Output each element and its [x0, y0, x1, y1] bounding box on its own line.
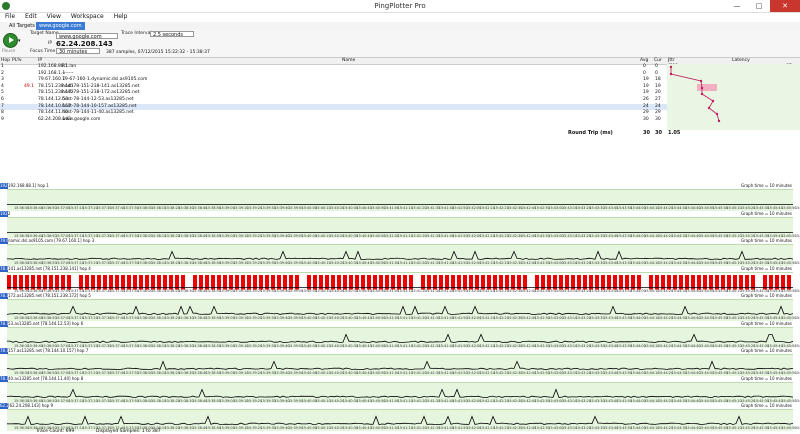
- latency-point: [699, 79, 703, 83]
- hop-number: 9: [1, 116, 4, 122]
- trace-interval-select[interactable]: 2.5 seconds: [150, 31, 194, 38]
- hop-cur: 30: [655, 116, 661, 122]
- focus-time-select[interactable]: 30 minutes: [56, 48, 100, 55]
- ip-value: 62.24.208.143: [56, 40, 113, 48]
- latency-point: [669, 72, 673, 76]
- time-tick: 15:46:00: [794, 206, 800, 210]
- chevron-down-icon[interactable]: ▾: [18, 38, 21, 44]
- latency-chart: [667, 64, 800, 130]
- latency-trace: [6, 360, 794, 370]
- hop-name: host-78-144-12-53.as13285.net: [62, 97, 134, 102]
- hop-cur: 0: [655, 64, 658, 69]
- hop-name: 79-67-160-1.dynamic.dsl.as9105.com: [62, 77, 148, 83]
- hop-avg: 19: [643, 90, 649, 96]
- hop-cur: 29: [655, 110, 661, 116]
- menu-bar: File Edit View Workspace Help: [0, 12, 800, 22]
- table-row[interactable]: 1 192.168.88.1 R1.lan 0 0 0.09: [0, 64, 678, 71]
- latency-point: [707, 106, 711, 110]
- loss-band: [697, 84, 717, 91]
- hop-avg: 19: [643, 77, 649, 83]
- hop-name: host-78-151-238-172.as13285.net: [62, 90, 140, 96]
- hop-number: 3: [1, 77, 4, 83]
- latency-line: [670, 67, 720, 122]
- close-icon[interactable]: ✕: [770, 0, 800, 12]
- time-tick: 15:46:00: [794, 316, 800, 320]
- target-input[interactable]: www.google.com: [56, 33, 118, 40]
- hop-cur: 20: [655, 90, 661, 96]
- trace-interval-label: Trace Interval: [121, 31, 152, 36]
- tab-all-targets[interactable]: All Targets: [6, 22, 38, 30]
- time-tick: 15:46:00: [794, 343, 800, 348]
- time-tick: 15:46:00: [794, 398, 800, 403]
- latency-point: [715, 112, 719, 116]
- trace-count: Trace Count: 699: [36, 429, 75, 434]
- ip-label: IP: [48, 41, 53, 46]
- maximize-icon[interactable]: □: [748, 0, 770, 12]
- tab-google[interactable]: www.google.com: [36, 22, 85, 30]
- latency-point: [717, 119, 721, 123]
- latency-trace: [7, 250, 794, 260]
- latency-trace: [6, 305, 794, 315]
- hop-pl: 49.1: [24, 83, 35, 89]
- latency-point: [669, 65, 673, 69]
- round-trip-avg: 30: [643, 130, 650, 136]
- round-trip-label: Round Trip (ms): [568, 130, 613, 136]
- menu-workspace[interactable]: Workspace: [66, 12, 109, 22]
- minimize-icon[interactable]: —: [726, 0, 748, 12]
- sample-status: 387 samples, 07/12/2015 15:22:32 - 15:38…: [106, 50, 210, 55]
- time-tick: 15:46:00: [794, 233, 800, 238]
- menu-view[interactable]: View: [42, 12, 66, 22]
- hop-number: 5: [1, 90, 4, 96]
- time-graphs: 192.168.88.1192.168.88.1] hop 1Graph tim…: [0, 183, 800, 434]
- latency-graph: [669, 65, 721, 123]
- round-trip-cur: 30: [655, 130, 662, 136]
- hop-name: www.google.com: [62, 116, 101, 122]
- menu-help[interactable]: Help: [109, 12, 133, 22]
- table-row[interactable]: 5 78.151.238.172 host-78-151-238-172.as1…: [0, 90, 678, 97]
- target-name-label: Target Name: [30, 31, 59, 36]
- hop-number: 6: [1, 97, 4, 102]
- time-tick: 15:46:00: [794, 288, 800, 293]
- hop-cur: 27: [655, 97, 661, 102]
- hop-name: R1.lan: [62, 64, 77, 69]
- hop-avg: 30: [643, 116, 649, 122]
- hop-number: 8: [1, 110, 4, 116]
- latency-point: [711, 99, 715, 103]
- latency-point: [700, 86, 704, 90]
- table-row[interactable]: 9 62.24.208.143 www.google.com 30 30 1.0…: [0, 116, 678, 124]
- displayed-samples: Displayed Samples: 1 to 387: [96, 429, 161, 434]
- hop-name: host-78-144-11-40.as13285.net: [62, 110, 134, 116]
- latency-trace: [6, 387, 794, 398]
- table-row[interactable]: 6 78.144.12.53 host-78-144-12-53.as13285…: [0, 97, 678, 104]
- latency-point: [700, 92, 704, 96]
- focus-time-label: Focus Time: [30, 49, 56, 54]
- hop-cur: 18: [655, 77, 661, 83]
- status-bar: Trace Count: 699 Displayed Samples: 1 to…: [0, 429, 800, 434]
- time-tick: 15:46:00: [794, 261, 800, 265]
- pause-label[interactable]: Pause: [2, 49, 15, 54]
- hop-number: 1: [1, 64, 4, 69]
- time-tick: 15:46:00: [794, 371, 800, 375]
- table-row[interactable]: 3 79.67.160.1 79-67-160-1.dynamic.dsl.as…: [0, 77, 678, 84]
- latency-trace: [6, 415, 794, 425]
- hop-avg: 0: [643, 64, 646, 69]
- hop-avg: 26: [643, 97, 649, 102]
- window-title: PingPlotter Pro: [374, 2, 426, 10]
- menu-file[interactable]: File: [0, 12, 20, 22]
- latency-trace: [7, 332, 794, 343]
- menu-edit[interactable]: Edit: [20, 12, 42, 22]
- table-row[interactable]: 8 78.144.11.40 host-78-144-11-40.as13285…: [0, 110, 678, 117]
- hop-avg: 29: [643, 110, 649, 116]
- play-icon[interactable]: [3, 33, 18, 48]
- window-controls: — □ ✕: [726, 0, 800, 12]
- round-trip-jttr: 1.05: [668, 130, 681, 136]
